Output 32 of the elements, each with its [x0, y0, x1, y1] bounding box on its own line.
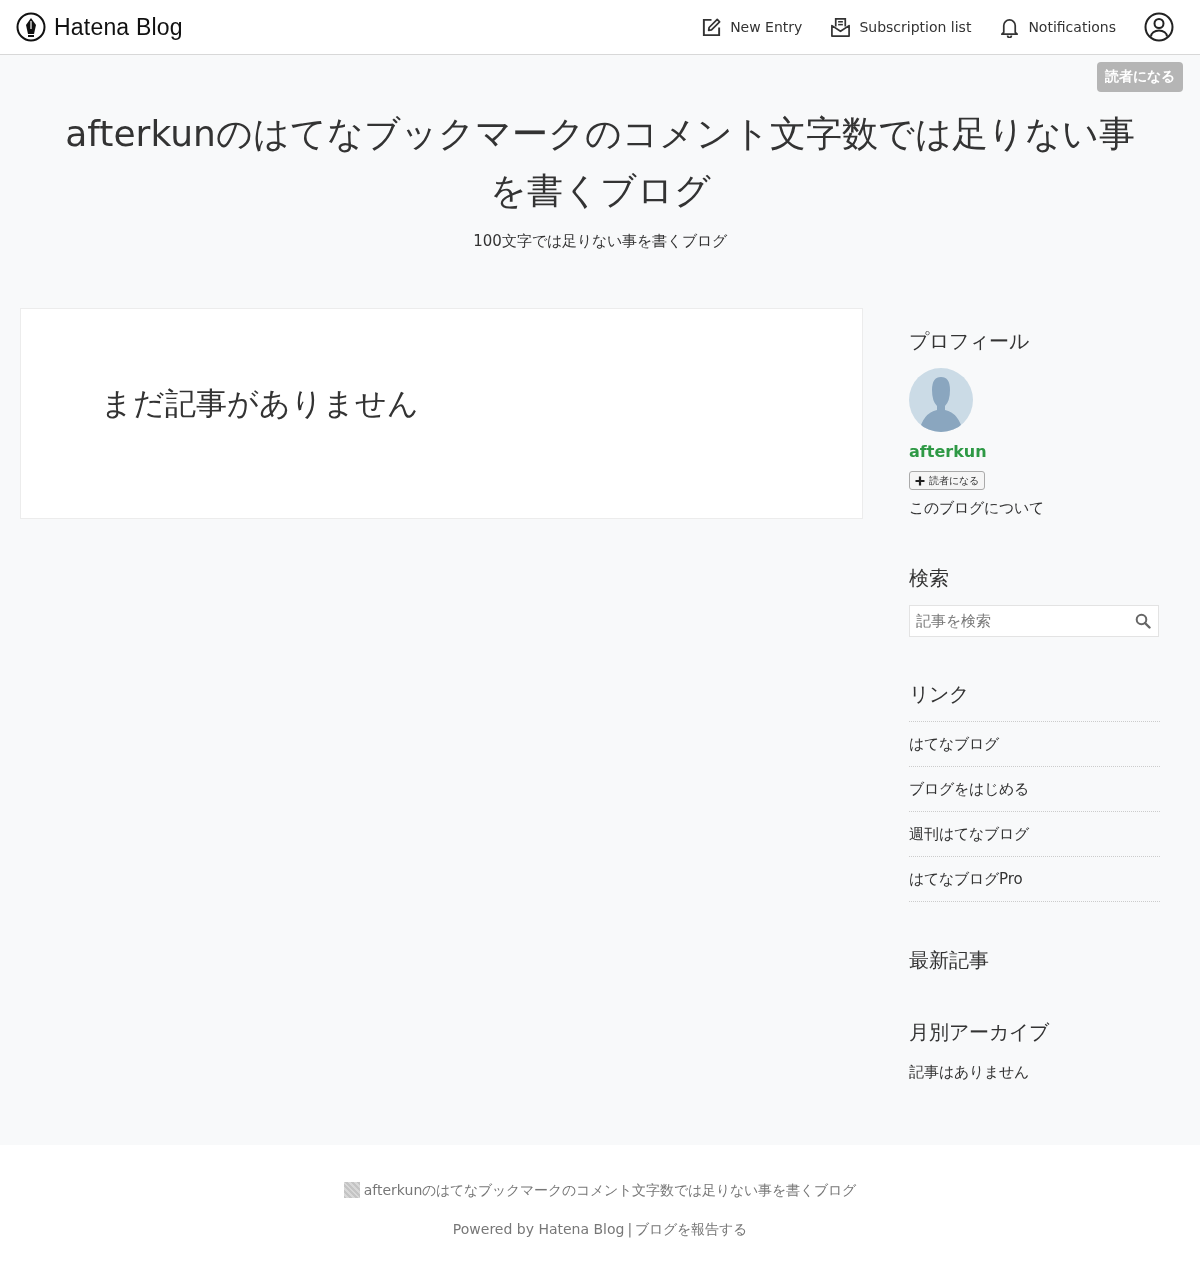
nav-link[interactable]: Subscription list	[830, 16, 972, 38]
sidebar-link[interactable]: はてなブログ	[909, 734, 999, 754]
sidebar-link[interactable]: ブログをはじめる	[909, 779, 1029, 799]
links-heading: リンク	[909, 681, 970, 707]
sidebar-link[interactable]: 週刊はてなブログ	[909, 824, 1029, 844]
profile-heading: プロフィール	[909, 328, 1030, 354]
no-entries-message: まだ記事がありません	[101, 384, 420, 423]
nav-link[interactable]: New Entry	[701, 16, 803, 38]
envelope-document-icon	[830, 16, 852, 38]
site-logo-text[interactable]: Hatena Blog	[54, 13, 183, 41]
recent-entries-heading: 最新記事	[909, 947, 990, 973]
powered-by-link[interactable]: Powered by Hatena Blog	[452, 1219, 625, 1239]
archive-heading: 月別アーカイブ	[909, 1019, 1050, 1045]
about-blog-link[interactable]: このブログについて	[909, 498, 1160, 518]
search-heading: 検索	[909, 565, 950, 591]
nav-link[interactable]: Notifications	[999, 16, 1116, 38]
report-blog-link[interactable]: ブログを報告する	[635, 1219, 748, 1239]
footer-blog-title[interactable]: afterkunのはてなブックマークのコメント文字数では足りない事を書くブログ	[363, 1180, 857, 1200]
plus-icon	[915, 475, 925, 486]
sidebar-link[interactable]: はてなブログPro	[909, 869, 1023, 889]
search-field[interactable]: 記事を検索	[909, 605, 1159, 637]
no-archive-text: 記事はありません	[909, 1062, 1030, 1082]
bell-icon	[999, 16, 1021, 38]
separator-text: |	[627, 1220, 633, 1239]
blog-description: 100文字では足りない事を書くブログ	[472, 231, 728, 251]
search-icon[interactable]	[1135, 613, 1151, 629]
image-placeholder-icon	[343, 1182, 360, 1198]
edit-icon	[701, 16, 723, 38]
pen-nib-logo-icon[interactable]	[16, 12, 46, 42]
user-account-icon[interactable]	[1144, 12, 1174, 42]
blog-title[interactable]: afterkunのはてなブックマークのコメント文字数では足りない事を書くブログ	[60, 105, 1140, 219]
subscribe-small-button[interactable]: 読者になる	[909, 471, 985, 490]
